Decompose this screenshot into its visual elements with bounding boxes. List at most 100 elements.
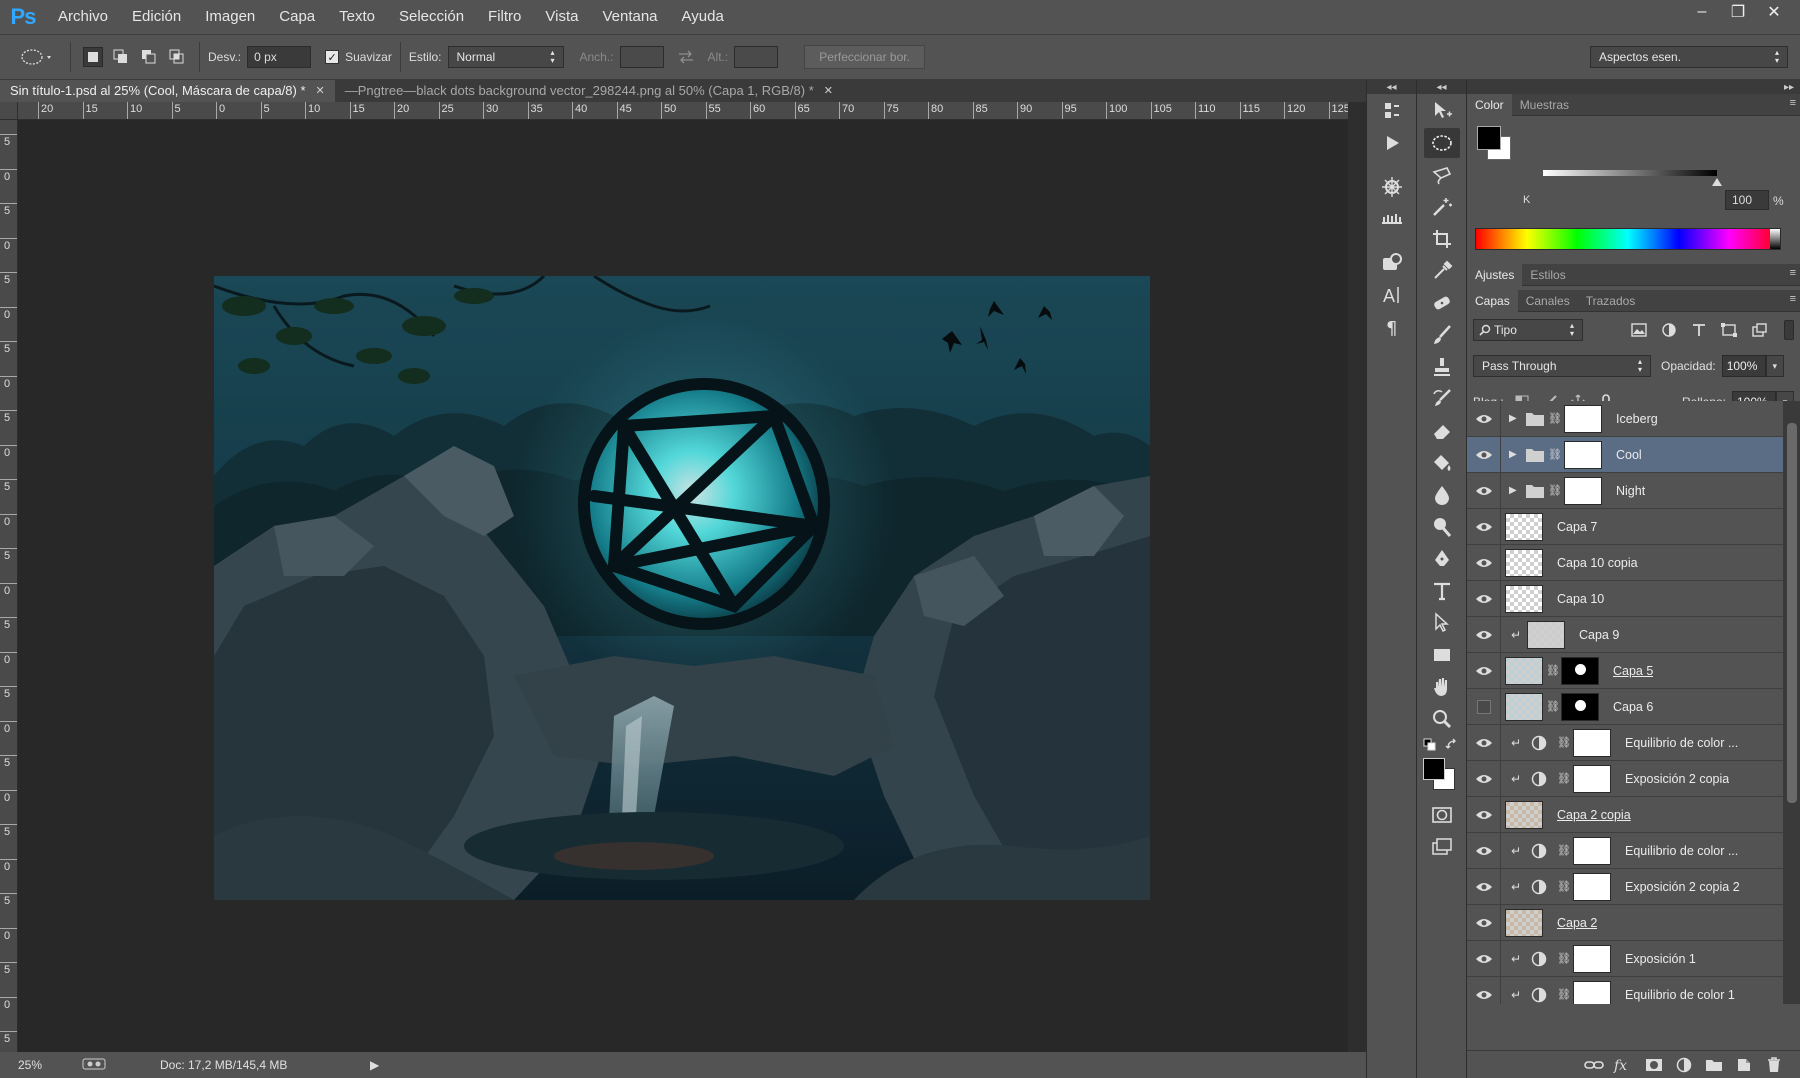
width-input[interactable] (619, 46, 664, 68)
dock-collapse[interactable]: ◂◂ (1367, 80, 1416, 94)
layer-visibility-toggle[interactable] (1467, 976, 1501, 1004)
layer-row[interactable]: ↵ ⛓ Equilibrio de color 1 (1467, 976, 1783, 1004)
healing-brush-tool[interactable] (1424, 288, 1460, 318)
eyedropper-tool[interactable] (1424, 256, 1460, 286)
k-channel-slider[interactable] (1543, 170, 1717, 176)
menu-edicion[interactable]: Edición (120, 0, 193, 34)
scrollbar-thumb[interactable] (1787, 423, 1797, 803)
layer-row[interactable]: Capa 2 (1467, 904, 1783, 941)
brush-icon[interactable] (1374, 204, 1410, 234)
menu-seleccion[interactable]: Selección (387, 0, 476, 34)
canvas-scrollbar[interactable] (1348, 102, 1366, 1052)
document-canvas[interactable] (214, 276, 1150, 900)
workspace-select[interactable]: Aspectos esen. (1590, 46, 1788, 68)
tab-layers[interactable]: Capas (1467, 289, 1518, 312)
menu-ventana[interactable]: Ventana (590, 0, 669, 34)
zoom-tool[interactable] (1424, 704, 1460, 734)
close-tab-icon[interactable]: ✕ (824, 80, 833, 102)
move-tool[interactable] (1424, 96, 1460, 126)
opacity-input[interactable]: 100% (1721, 355, 1766, 377)
filter-shape-icon[interactable] (1720, 322, 1738, 338)
layer-row[interactable]: ⛓ Capa 5 (1467, 652, 1783, 689)
filter-toggle-switch[interactable] (1784, 320, 1794, 340)
hand-tool[interactable] (1424, 672, 1460, 702)
layer-row[interactable]: ↵ Capa 9 (1467, 616, 1783, 653)
layer-visibility-toggle[interactable] (1467, 796, 1501, 833)
tab-styles[interactable]: Estilos (1522, 264, 1573, 286)
menu-imagen[interactable]: Imagen (193, 0, 267, 34)
history-brush-tool[interactable] (1424, 384, 1460, 414)
zoom-level[interactable]: 25% (18, 1058, 58, 1072)
opacity-slider-button[interactable]: ▾ (1765, 355, 1784, 377)
menu-capa[interactable]: Capa (267, 0, 327, 34)
tab-color[interactable]: Color (1467, 93, 1512, 116)
layer-row[interactable]: Capa 10 copia (1467, 544, 1783, 581)
panels-collapse[interactable]: ▸▸ (1467, 80, 1800, 94)
status-menu-arrow[interactable]: ▶ (370, 1058, 379, 1072)
type-tool[interactable] (1424, 576, 1460, 606)
blend-mode-select[interactable]: Pass Through (1473, 355, 1651, 377)
horizontal-ruler[interactable]: 20 15 10 5 0 5 10 15 20 25 30 35 40 45 50 55 60 65 70 75 80 8… (18, 102, 1348, 120)
layer-row[interactable]: ↵ ⛓ Exposición 1 (1467, 940, 1783, 977)
magic-wand-tool[interactable] (1424, 192, 1460, 222)
elliptical-marquee-tool[interactable] (1423, 128, 1460, 158)
dodge-tool[interactable] (1424, 512, 1460, 542)
paragraph-icon[interactable]: ¶ (1374, 312, 1410, 342)
height-input[interactable] (734, 46, 779, 68)
pen-tool[interactable] (1424, 544, 1460, 574)
ruler-origin[interactable] (0, 102, 18, 120)
actions-play-icon[interactable] (1374, 128, 1410, 158)
new-group-button[interactable] (1699, 1053, 1729, 1077)
tab-document-1[interactable]: Sin título-1.psd al 25% (Cool, Máscara d… (0, 80, 335, 102)
new-adjustment-button[interactable] (1669, 1053, 1699, 1077)
tab-adjustments[interactable]: Ajustes (1467, 263, 1523, 286)
brush-tool[interactable] (1424, 320, 1460, 350)
expand-arrow-icon[interactable]: ▶ (1509, 485, 1519, 496)
swap-dimensions-button[interactable] (676, 47, 696, 67)
expand-arrow-icon[interactable]: ▶ (1509, 413, 1519, 424)
foreground-color-swatch[interactable] (1423, 758, 1445, 780)
layer-row[interactable]: ▶ ⛓ Iceberg (1467, 401, 1783, 437)
menu-texto[interactable]: Texto (327, 0, 387, 34)
layer-filter-select[interactable]: Tipo (1473, 319, 1583, 341)
feather-input[interactable] (247, 46, 312, 68)
clone-source-icon[interactable] (1374, 248, 1410, 278)
layer-row[interactable]: ↵ ⛓ Equilibrio de color ... (1467, 724, 1783, 761)
layer-row[interactable]: Capa 10 (1467, 580, 1783, 617)
panel-menu-icon[interactable]: ≡ (1790, 293, 1796, 305)
paint-bucket-tool[interactable] (1424, 448, 1460, 478)
layer-visibility-toggle[interactable] (1467, 436, 1501, 473)
filter-type-icon[interactable] (1690, 322, 1708, 338)
layer-visibility-toggle[interactable] (1467, 508, 1501, 545)
tab-swatches[interactable]: Muestras (1512, 94, 1577, 116)
swap-colors-icon[interactable] (1445, 738, 1459, 752)
layer-row[interactable]: ▶ ⛓ Night (1467, 472, 1783, 509)
link-layers-button[interactable] (1579, 1053, 1609, 1077)
layer-row[interactable]: Capa 2 copia (1467, 796, 1783, 833)
clone-stamp-tool[interactable] (1424, 352, 1460, 382)
filter-adjustment-icon[interactable] (1660, 322, 1678, 338)
layer-visibility-toggle[interactable] (1467, 832, 1501, 869)
menu-archivo[interactable]: Archivo (46, 0, 120, 34)
brush-presets-icon[interactable] (1374, 172, 1410, 202)
elliptical-marquee-preset-picker[interactable] (18, 47, 58, 67)
lasso-tool[interactable] (1424, 160, 1460, 190)
layer-visibility-toggle[interactable] (1467, 616, 1501, 653)
layer-row[interactable]: ↵ ⛓ Exposición 2 copia 2 (1467, 868, 1783, 905)
menu-ayuda[interactable]: Ayuda (670, 0, 736, 34)
tab-channels[interactable]: Canales (1518, 290, 1578, 312)
screen-mode-button[interactable] (1424, 832, 1460, 862)
slider-handle-icon[interactable] (1712, 178, 1722, 186)
layer-visibility-toggle[interactable] (1467, 401, 1501, 437)
layer-visibility-toggle[interactable] (1467, 760, 1501, 797)
add-selection-button[interactable] (111, 47, 131, 67)
layer-visibility-toggle[interactable] (1467, 688, 1501, 725)
status-options-icon[interactable] (82, 1057, 106, 1074)
style-select[interactable]: Normal (447, 46, 564, 68)
antialias-checkbox[interactable]: ✓ (325, 50, 340, 64)
filter-pixel-icon[interactable] (1630, 322, 1648, 338)
layer-visibility-toggle[interactable] (1467, 544, 1501, 581)
layer-visibility-toggle[interactable] (1467, 868, 1501, 905)
add-mask-button[interactable] (1639, 1053, 1669, 1077)
new-selection-button[interactable] (83, 47, 103, 67)
